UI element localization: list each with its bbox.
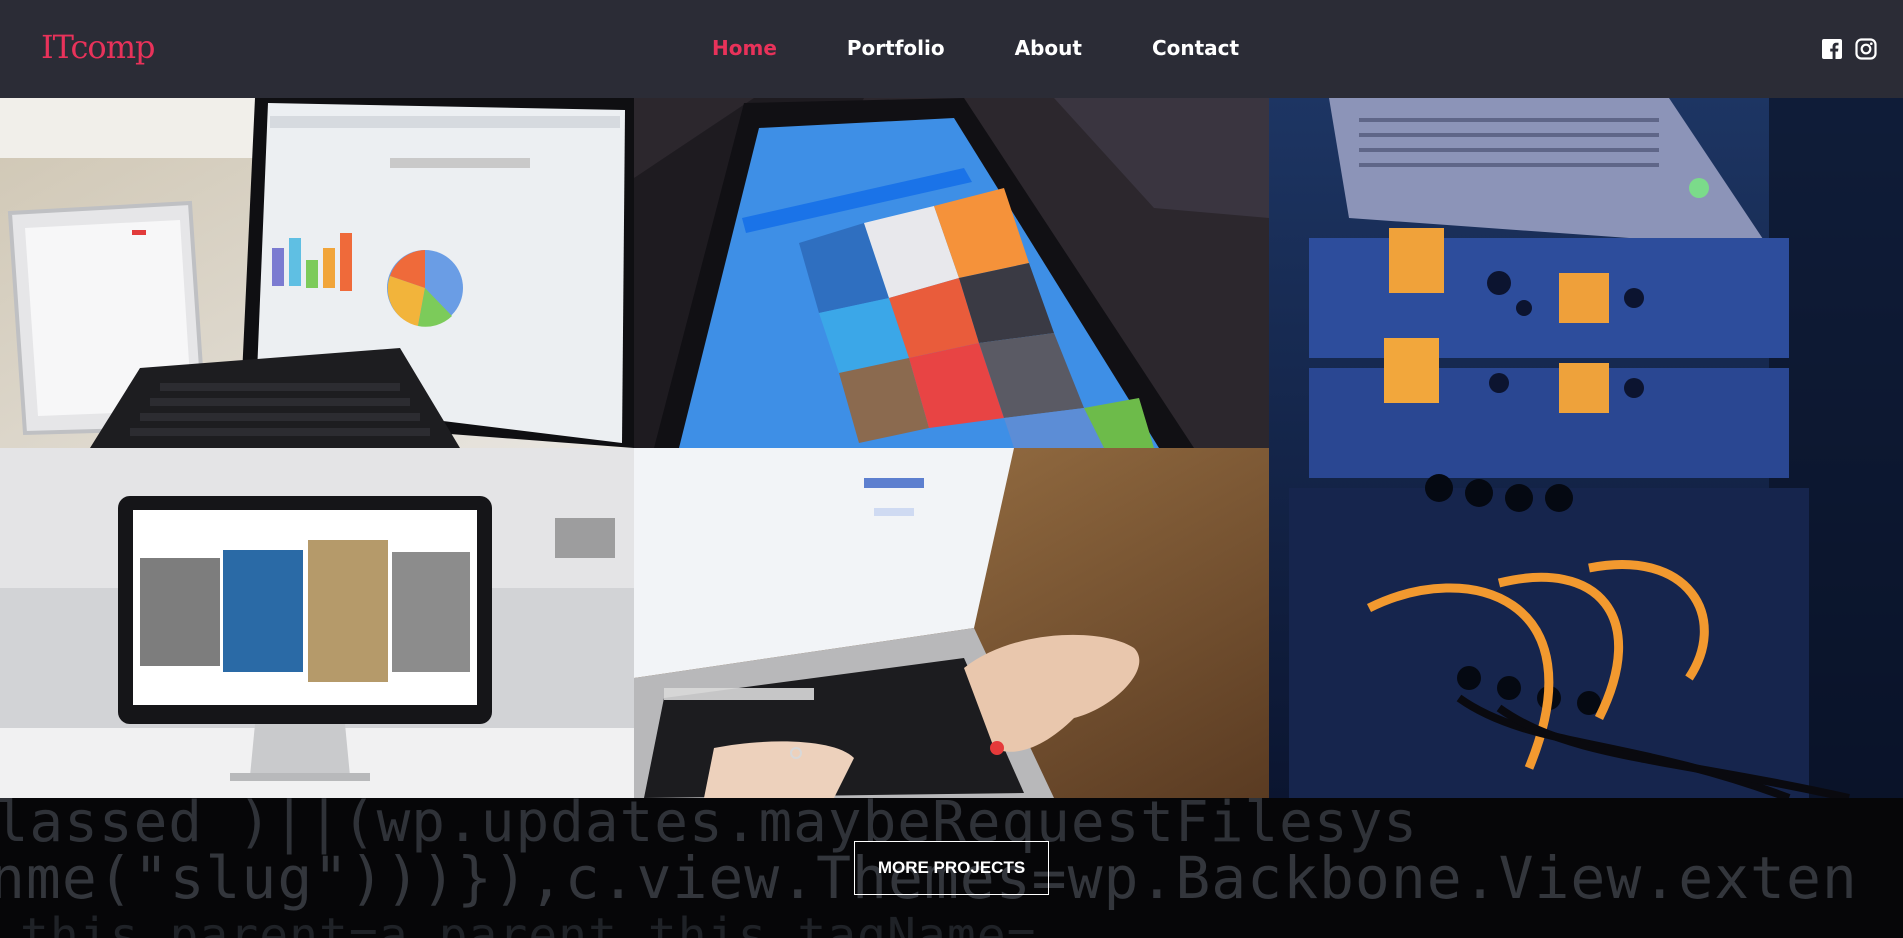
- nav-contact-link[interactable]: Contact: [1152, 36, 1239, 60]
- code-background-line-3: this.parent=a.parent,this.tagName=: [20, 908, 1037, 938]
- social-links: [1821, 38, 1877, 60]
- portfolio-tile-typing-laptop[interactable]: [634, 448, 1269, 798]
- more-projects-button[interactable]: MORE PROJECTS: [854, 841, 1049, 895]
- brand-logo[interactable]: ITcomp: [41, 28, 156, 66]
- portfolio-tile-server-rack[interactable]: [1269, 98, 1903, 798]
- nav-about-link[interactable]: About: [1015, 36, 1082, 60]
- facebook-icon[interactable]: [1821, 38, 1843, 60]
- portfolio-grid: [0, 98, 1903, 798]
- instagram-icon[interactable]: [1855, 38, 1877, 60]
- nav-portfolio-link[interactable]: Portfolio: [847, 36, 945, 60]
- portfolio-tile-desktop-monitor[interactable]: [0, 448, 634, 798]
- tablet-collections-app-photo: [634, 98, 1269, 448]
- site-header: ITcomp Home Portfolio About Contact: [0, 0, 1903, 98]
- server-rack-cables-photo: [1269, 98, 1903, 798]
- hands-typing-laptop-photo: [634, 448, 1269, 798]
- desktop-monitor-gallery-photo: [0, 448, 634, 798]
- portfolio-tile-tablet-app[interactable]: [634, 98, 1269, 448]
- portfolio-tile-laptop-charts[interactable]: [0, 98, 634, 448]
- nav-home-link[interactable]: Home: [712, 36, 777, 60]
- laptop-tablet-charts-photo: [0, 98, 634, 448]
- main-nav: Home Portfolio About Contact: [712, 36, 1309, 60]
